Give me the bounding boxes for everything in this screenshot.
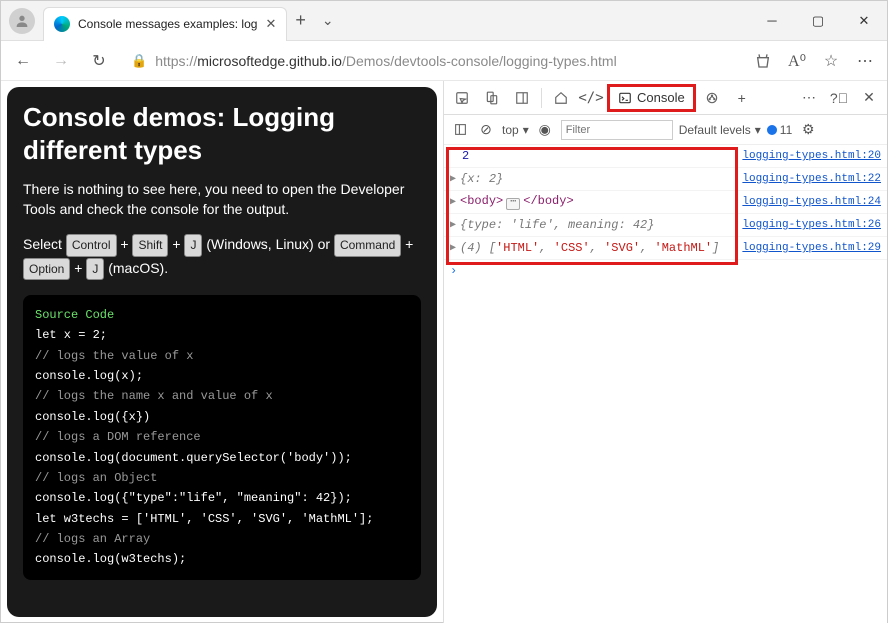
dock-icon[interactable] <box>508 84 536 112</box>
rendered-page: Console demos: Logging different types T… <box>7 87 437 617</box>
log-source-link[interactable]: logging-types.html:24 <box>742 196 881 208</box>
close-tab-icon[interactable]: ✕ <box>265 16 276 32</box>
clear-console-icon[interactable]: ⊘ <box>476 116 496 144</box>
expand-icon[interactable]: ▶ <box>450 196 456 208</box>
back-button[interactable]: ← <box>7 45 39 77</box>
kbd-j2: J <box>86 258 104 280</box>
tab-actions-icon[interactable]: ⌄ <box>322 12 334 29</box>
console-settings-icon[interactable]: ⚙ <box>798 116 818 144</box>
console-toolbar: ⊘ top▾ ◉ Default levels▾ 11 ⚙ <box>444 115 887 145</box>
sources-tab-icon[interactable] <box>698 84 726 112</box>
expand-icon[interactable]: ▶ <box>450 173 456 185</box>
page-intro: There is nothing to see here, you need t… <box>23 180 421 219</box>
log-value: 2 <box>462 149 469 163</box>
more-tools-icon[interactable]: ⋯ <box>795 84 823 112</box>
keyboard-instructions: Select Control + Shift + J (Windows, Lin… <box>23 233 421 281</box>
page-title: Console demos: Logging different types <box>23 101 421 166</box>
log-value: {x: 2} <box>460 172 503 186</box>
console-log-area: 2 logging-types.html:20 ▶ {x: 2} logging… <box>444 145 887 623</box>
log-value: {type: 'life', meaning: 42} <box>460 218 654 232</box>
refresh-button[interactable]: ↻ <box>83 45 115 77</box>
log-source-link[interactable]: logging-types.html:29 <box>742 242 881 254</box>
site-info-icon[interactable]: 🔒 <box>131 53 147 69</box>
log-source-link[interactable]: logging-types.html:22 <box>742 173 881 185</box>
more-tabs-icon[interactable]: + <box>728 84 756 112</box>
window-close-button[interactable]: ✕ <box>841 1 887 41</box>
browser-tab[interactable]: Console messages examples: log ✕ <box>43 7 287 41</box>
log-row[interactable]: ▶ (4) ['HTML', 'CSS', 'SVG', 'MathML'] l… <box>444 237 887 260</box>
console-icon <box>618 91 632 105</box>
source-code-block: Source Code let x = 2; // logs the value… <box>23 295 421 580</box>
log-row[interactable]: ▶ {type: 'life', meaning: 42} logging-ty… <box>444 214 887 237</box>
window-minimize-button[interactable]: ─ <box>749 1 795 41</box>
welcome-tab-icon[interactable] <box>547 84 575 112</box>
shopping-icon[interactable] <box>747 45 779 77</box>
issues-badge[interactable]: 11 <box>767 123 792 137</box>
url-text: https://microsoftedge.github.io/Demos/de… <box>155 53 617 69</box>
kbd-shift: Shift <box>132 234 168 256</box>
toggle-drawer-icon[interactable] <box>450 116 470 144</box>
issues-dot-icon <box>767 125 777 135</box>
kbd-option: Option <box>23 258 70 280</box>
log-source-link[interactable]: logging-types.html:20 <box>742 150 881 162</box>
window-titlebar: Console messages examples: log ✕ + ⌄ ─ ▢… <box>1 1 887 41</box>
console-tab-label: Console <box>637 90 685 105</box>
log-levels-selector[interactable]: Default levels▾ <box>679 123 761 137</box>
console-tab[interactable]: Console <box>607 84 696 112</box>
tab-title: Console messages examples: log <box>78 17 257 31</box>
log-row[interactable]: 2 logging-types.html:20 <box>444 145 887 168</box>
console-prompt[interactable]: › <box>444 260 887 282</box>
prompt-icon: › <box>450 264 457 278</box>
device-icon[interactable] <box>478 84 506 112</box>
devtools-tabs: </> Console + ⋯ ?⃝ ✕ <box>444 81 887 115</box>
help-icon[interactable]: ?⃝ <box>825 84 853 112</box>
elements-tab-icon[interactable]: </> <box>577 84 605 112</box>
inspect-icon[interactable] <box>448 84 476 112</box>
context-selector[interactable]: top▾ <box>502 123 529 137</box>
devtools-panel: </> Console + ⋯ ?⃝ ✕ ⊘ top▾ ◉ Default le… <box>443 81 887 623</box>
log-value: <body>⋯</body> <box>460 194 574 210</box>
expand-icon[interactable]: ▶ <box>450 219 456 231</box>
new-tab-button[interactable]: + <box>295 10 306 31</box>
log-source-link[interactable]: logging-types.html:26 <box>742 219 881 231</box>
forward-button[interactable]: → <box>45 45 77 77</box>
log-row[interactable]: ▶ <body>⋯</body> logging-types.html:24 <box>444 191 887 214</box>
edge-icon <box>54 16 70 32</box>
log-row[interactable]: ▶ {x: 2} logging-types.html:22 <box>444 168 887 191</box>
close-devtools-icon[interactable]: ✕ <box>855 84 883 112</box>
window-maximize-button[interactable]: ▢ <box>795 1 841 41</box>
code-title: Source Code <box>35 305 409 325</box>
kbd-j: J <box>184 234 202 256</box>
kbd-command: Command <box>334 234 401 256</box>
url-bar: ← → ↻ 🔒 https://microsoftedge.github.io/… <box>1 41 887 81</box>
filter-input[interactable] <box>561 120 673 140</box>
log-value: (4) ['HTML', 'CSS', 'SVG', 'MathML'] <box>460 241 719 255</box>
expand-icon[interactable]: ▶ <box>450 242 456 254</box>
menu-icon[interactable]: ⋯ <box>849 45 881 77</box>
read-aloud-icon[interactable]: A⁰ <box>781 45 813 77</box>
address-field[interactable]: 🔒 https://microsoftedge.github.io/Demos/… <box>121 46 741 76</box>
profile-avatar[interactable] <box>9 8 35 34</box>
live-expression-icon[interactable]: ◉ <box>535 116 555 144</box>
ellipsis-icon[interactable]: ⋯ <box>506 198 520 210</box>
kbd-control: Control <box>66 234 117 256</box>
favorites-icon[interactable]: ☆ <box>815 45 847 77</box>
